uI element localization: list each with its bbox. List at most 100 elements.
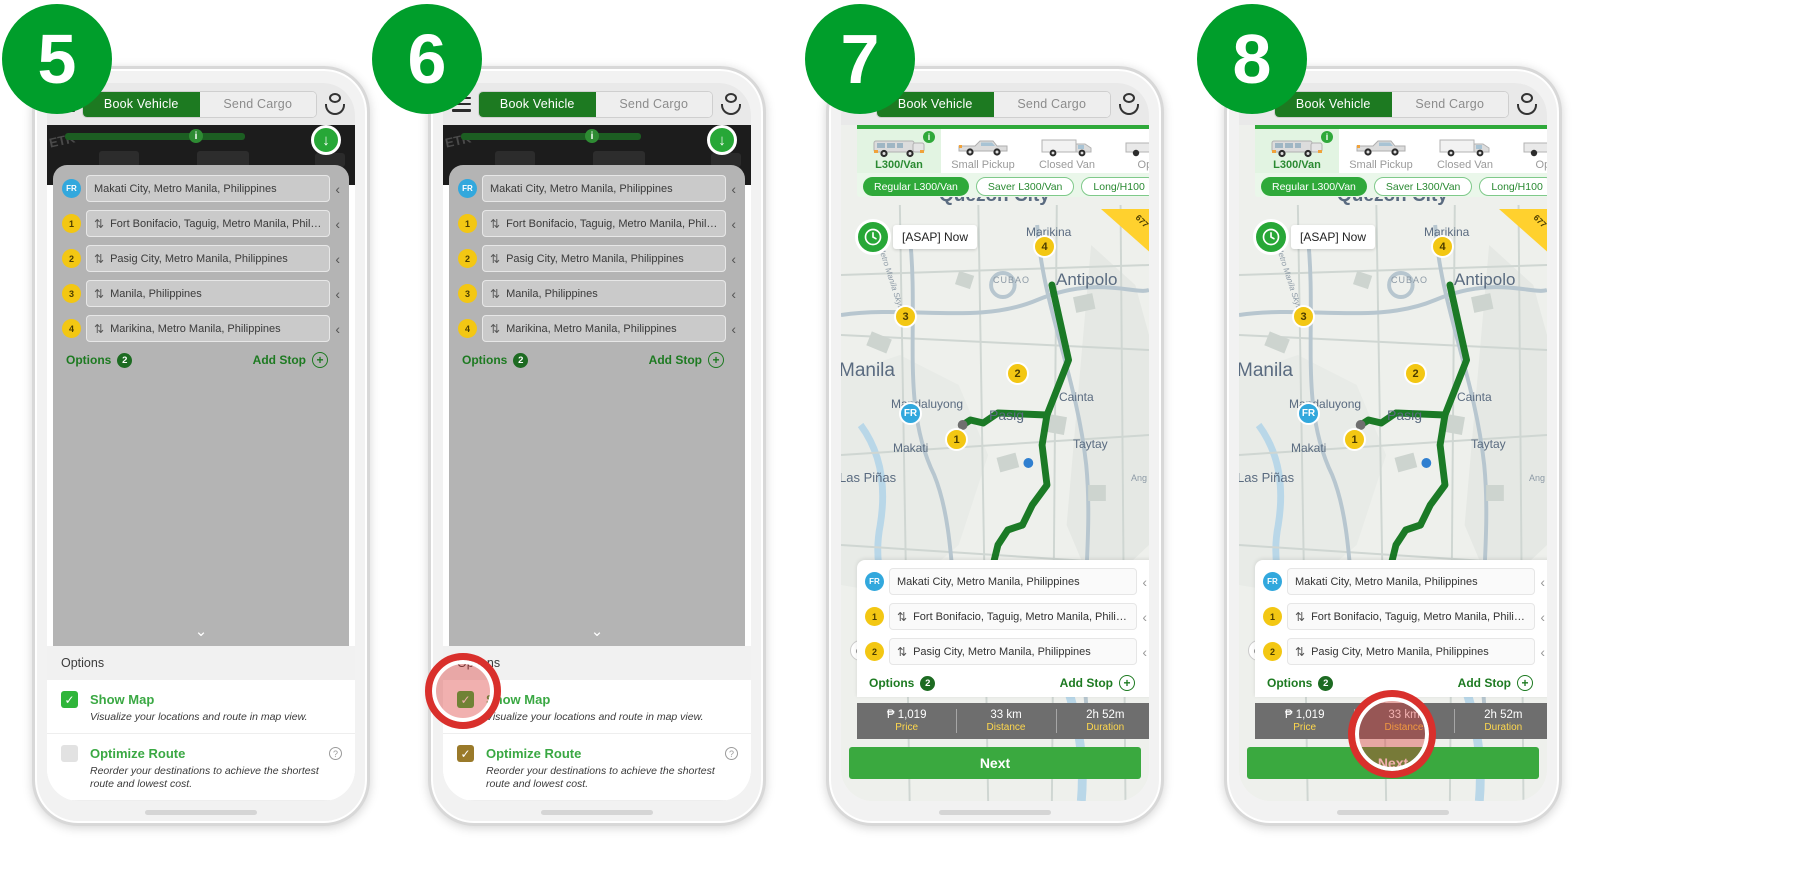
download-arrow-icon[interactable]: ↓	[707, 125, 737, 155]
list-item[interactable]: 4 ⇅ Marikina, Metro Manila, Philippines …	[62, 315, 340, 342]
list-item[interactable]: 1 ⇅ Fort Bonifacio, Taguig, Metro Manila…	[865, 603, 1147, 630]
vehicle-tab-l300-van[interactable]: i L300/Van	[857, 129, 941, 173]
address-field[interactable]: ⇅ Fort Bonifacio, Taguig, Metro Manila, …	[86, 210, 331, 237]
vehicle-tab-open[interactable]: Open	[1507, 129, 1547, 173]
address-field[interactable]: ⇅ Fort Bonifacio, Taguig, Metro Manila, …	[889, 603, 1138, 630]
sort-updown-icon[interactable]: ⇅	[490, 287, 500, 301]
mode-segmented-control[interactable]: Book Vehicle Send Cargo	[478, 90, 713, 118]
tab-send-cargo[interactable]: Send Cargo	[993, 91, 1110, 117]
sort-updown-icon[interactable]: ⇅	[94, 322, 104, 336]
chevron-left-icon[interactable]: ‹	[1142, 644, 1147, 660]
list-item[interactable]: 4 ⇅ Marikina, Metro Manila, Philippines …	[458, 315, 736, 342]
info-icon[interactable]: i	[1321, 131, 1333, 143]
sort-updown-icon[interactable]: ⇅	[490, 322, 500, 336]
list-item[interactable]: 2 ⇅ Pasig City, Metro Manila, Philippine…	[865, 638, 1147, 665]
list-item[interactable]: FR Makati City, Metro Manila, Philippine…	[1263, 568, 1545, 595]
account-icon[interactable]	[720, 93, 742, 115]
map-marker-2[interactable]: 2	[1404, 362, 1427, 385]
map-marker-2[interactable]: 2	[1006, 362, 1029, 385]
list-item[interactable]: 2 ⇅ Pasig City, Metro Manila, Philippine…	[458, 245, 736, 272]
address-field[interactable]: Makati City, Metro Manila, Philippines	[1287, 568, 1536, 595]
chevron-down-icon[interactable]: ⌄	[195, 622, 208, 640]
next-button[interactable]: Next	[849, 747, 1141, 779]
map-marker-1[interactable]: 1	[1343, 428, 1366, 451]
schedule-pill[interactable]: [ASAP] Now	[1291, 225, 1376, 249]
list-item[interactable]: 1 ⇅ Fort Bonifacio, Taguig, Metro Manila…	[458, 210, 736, 237]
chip-regular-l300-van[interactable]: Regular L300/Van	[1261, 177, 1367, 196]
sort-updown-icon[interactable]: ⇅	[94, 287, 104, 301]
sort-updown-icon[interactable]: ⇅	[490, 252, 500, 266]
vehicle-tab-closed-van[interactable]: Closed Van	[1025, 129, 1109, 173]
chevron-left-icon[interactable]: ‹	[731, 216, 736, 232]
chevron-left-icon[interactable]: ‹	[335, 251, 340, 267]
address-field[interactable]: ⇅ Fort Bonifacio, Taguig, Metro Manila, …	[482, 210, 727, 237]
map-marker-1[interactable]: 1	[945, 428, 968, 451]
chip-long-h100[interactable]: Long/H100	[1479, 177, 1547, 196]
map-marker-fr[interactable]: FR	[899, 402, 922, 425]
map-marker-4[interactable]: 4	[1431, 235, 1454, 258]
options-link[interactable]: Options 2	[869, 675, 936, 691]
chevron-left-icon[interactable]: ‹	[731, 321, 736, 337]
list-item[interactable]: 1 ⇅ Fort Bonifacio, Taguig, Metro Manila…	[1263, 603, 1545, 630]
tab-book-vehicle[interactable]: Book Vehicle	[479, 91, 596, 117]
options-link[interactable]: Options 2	[1267, 675, 1334, 691]
chip-saver-l300-van[interactable]: Saver L300/Van	[975, 177, 1075, 196]
list-item[interactable]: FR Makati City, Metro Manila, Philippine…	[62, 175, 340, 202]
chevron-left-icon[interactable]: ‹	[1142, 574, 1147, 590]
vehicle-tab-l300-van[interactable]: i L300/Van	[1255, 129, 1339, 173]
map-marker-4[interactable]: 4	[1033, 235, 1056, 258]
checkbox-optimize-route[interactable]	[61, 745, 78, 763]
list-item[interactable]: 2 ⇅ Pasig City, Metro Manila, Philippine…	[62, 245, 340, 272]
clock-icon[interactable]	[855, 219, 891, 255]
list-item[interactable]: 1 ⇅ Fort Bonifacio, Taguig, Metro Manila…	[62, 210, 340, 237]
route-map[interactable]: Quezon City Antipolo Marikina CUBAO Metr…	[841, 125, 1149, 801]
chevron-left-icon[interactable]: ‹	[1540, 644, 1545, 660]
option-optimize-route[interactable]: ? ✓ Optimize Route Reorder your destinat…	[443, 734, 751, 801]
chevron-left-icon[interactable]: ‹	[335, 181, 340, 197]
tab-send-cargo[interactable]: Send Cargo	[1391, 91, 1508, 117]
address-field[interactable]: Makati City, Metro Manila, Philippines	[889, 568, 1138, 595]
chip-saver-l300-van[interactable]: Saver L300/Van	[1373, 177, 1473, 196]
account-icon[interactable]	[324, 93, 346, 115]
mode-segmented-control[interactable]: Book Vehicle Send Cargo	[876, 90, 1111, 118]
account-icon[interactable]	[1516, 93, 1538, 115]
chevron-left-icon[interactable]: ‹	[1540, 609, 1545, 625]
sort-updown-icon[interactable]: ⇅	[490, 217, 500, 231]
tab-send-cargo[interactable]: Send Cargo	[199, 91, 316, 117]
add-stop-button[interactable]: Add Stop +	[253, 352, 328, 368]
map-marker-fr[interactable]: FR	[1297, 402, 1320, 425]
vehicle-tab-small-pickup[interactable]: Small Pickup	[941, 129, 1025, 173]
chip-long-h100[interactable]: Long/H100	[1081, 177, 1149, 196]
add-stop-button[interactable]: Add Stop +	[1060, 675, 1135, 691]
chevron-left-icon[interactable]: ‹	[731, 181, 736, 197]
option-optimize-route[interactable]: ? Optimize Route Reorder your destinatio…	[47, 734, 355, 801]
address-field[interactable]: ⇅ Pasig City, Metro Manila, Philippines	[482, 245, 727, 272]
list-item[interactable]: FR Makati City, Metro Manila, Philippine…	[865, 568, 1147, 595]
address-field[interactable]: ⇅ Marikina, Metro Manila, Philippines	[86, 315, 331, 342]
address-field[interactable]: ⇅ Pasig City, Metro Manila, Philippines	[889, 638, 1138, 665]
tab-book-vehicle[interactable]: Book Vehicle	[83, 91, 200, 117]
checkbox-optimize-route[interactable]: ✓	[457, 745, 474, 763]
chevron-down-icon[interactable]: ⌄	[591, 622, 604, 640]
address-field[interactable]: Makati City, Metro Manila, Philippines	[482, 175, 727, 202]
add-stop-button[interactable]: Add Stop +	[1458, 675, 1533, 691]
account-icon[interactable]	[1118, 93, 1140, 115]
info-icon[interactable]: i	[923, 131, 935, 143]
sort-updown-icon[interactable]: ⇅	[897, 610, 907, 624]
tab-send-cargo[interactable]: Send Cargo	[595, 91, 712, 117]
chevron-left-icon[interactable]: ‹	[731, 251, 736, 267]
list-item[interactable]: 3 ⇅ Manila, Philippines ‹	[458, 280, 736, 307]
option-show-map[interactable]: ✓ Show Map Visualize your locations and …	[47, 680, 355, 735]
list-item[interactable]: 3 ⇅ Manila, Philippines ‹	[62, 280, 340, 307]
chevron-left-icon[interactable]: ‹	[335, 321, 340, 337]
chevron-left-icon[interactable]: ‹	[1540, 574, 1545, 590]
address-field[interactable]: ⇅ Fort Bonifacio, Taguig, Metro Manila, …	[1287, 603, 1536, 630]
map-marker-3[interactable]: 3	[1292, 305, 1315, 328]
vehicle-tab-small-pickup[interactable]: Small Pickup	[1339, 129, 1423, 173]
vehicle-tab-closed-van[interactable]: Closed Van	[1423, 129, 1507, 173]
sort-updown-icon[interactable]: ⇅	[1295, 610, 1305, 624]
options-link[interactable]: Options 2	[66, 352, 133, 368]
add-stop-button[interactable]: Add Stop +	[649, 352, 724, 368]
chevron-left-icon[interactable]: ‹	[1142, 609, 1147, 625]
address-field[interactable]: ⇅ Manila, Philippines	[482, 280, 727, 307]
